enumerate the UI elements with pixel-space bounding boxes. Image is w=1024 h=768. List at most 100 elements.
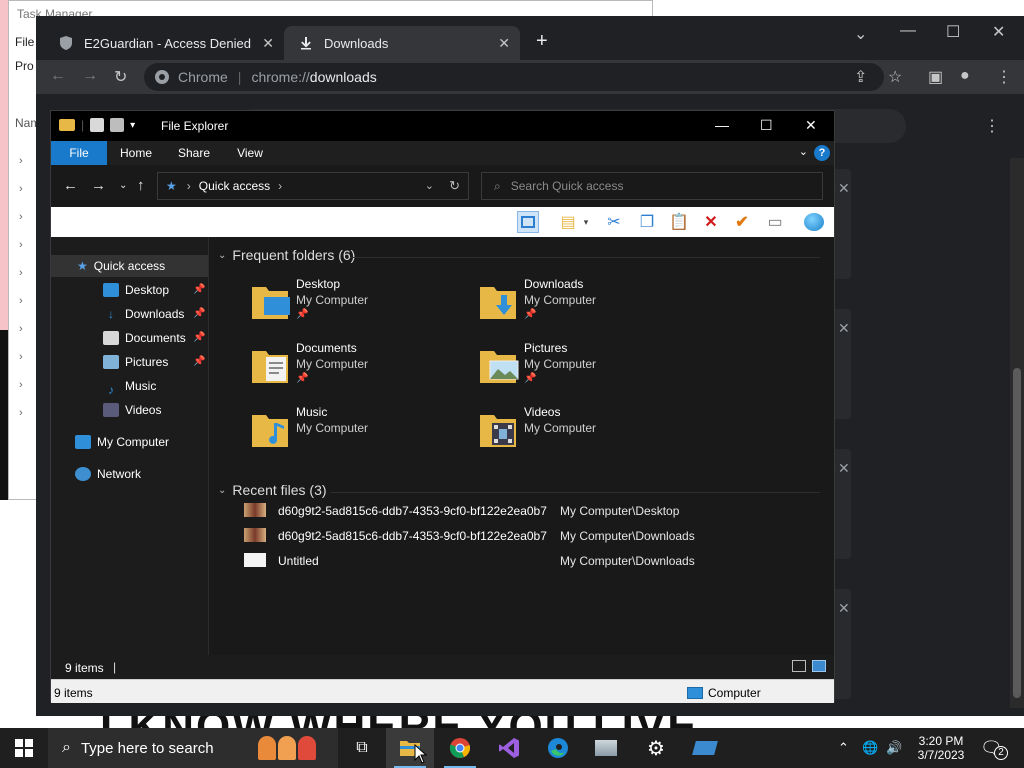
recent-locations-icon[interactable]: ⌄ [119, 180, 127, 191]
bookmark-star-icon[interactable]: ☆ [888, 67, 902, 87]
side-panel-icon[interactable]: ▣ [928, 67, 943, 87]
chevron-down-icon[interactable]: ⌄ [218, 250, 226, 261]
details-view-icon[interactable] [792, 660, 806, 672]
tab-file[interactable]: File [51, 141, 107, 165]
chevron-right-icon[interactable]: › [278, 179, 282, 193]
recent-file-row[interactable]: d60g9t2-5ad815c6-ddb7-4353-9cf0-bf122e2e… [244, 501, 804, 521]
minimize-button[interactable]: — [900, 22, 916, 40]
taskbar-chrome[interactable] [436, 728, 484, 768]
chevron-right-icon[interactable]: › [19, 351, 23, 363]
scrollbar-thumb[interactable] [1013, 368, 1021, 698]
large-icons-view-icon[interactable] [812, 660, 826, 672]
sidebar-item-network[interactable]: Network [75, 463, 141, 485]
profile-icon[interactable]: ● [960, 67, 970, 85]
sidebar-item-videos[interactable]: Videos [103, 399, 161, 421]
address-bar[interactable]: ★ › Quick access › ⌄ ↻ [157, 172, 469, 200]
copy-icon[interactable]: ❐ [636, 211, 658, 233]
share-icon[interactable]: ⇪ [854, 67, 867, 87]
remove-download-icon[interactable]: ✕ [838, 180, 850, 197]
downloads-menu-icon[interactable]: ⋮ [984, 116, 1000, 136]
back-icon[interactable]: ← [50, 67, 66, 85]
start-button[interactable] [0, 728, 48, 768]
explorer-title-bar[interactable]: | ▾ File Explorer — ☐ ✕ [51, 111, 834, 141]
folder-tile-downloads[interactable]: Downloads My Computer 📌 [478, 277, 698, 333]
task-view-button[interactable]: ⧉ [338, 728, 386, 768]
menu-icon[interactable]: ⋮ [996, 67, 1012, 87]
folder-tile-videos[interactable]: Videos My Computer [478, 405, 698, 461]
properties-icon[interactable] [90, 118, 105, 132]
taskbar-search-input[interactable]: ⌕ Type here to search [48, 728, 338, 768]
page-scrollbar[interactable] [1010, 158, 1024, 708]
taskbar-edge[interactable] [534, 728, 582, 768]
cut-icon[interactable]: ✂ [603, 211, 625, 233]
taskbar-app[interactable] [681, 728, 729, 768]
new-tab-button[interactable]: + [536, 30, 548, 53]
maximize-button[interactable]: ☐ [760, 117, 773, 134]
globe-icon[interactable] [803, 211, 825, 233]
sidebar-item-documents[interactable]: Documents [103, 327, 186, 349]
close-window-button[interactable]: ✕ [992, 22, 1005, 42]
new-folder-icon[interactable]: ▤ [557, 211, 579, 233]
new-folder-icon[interactable] [110, 118, 125, 132]
address-location[interactable]: Quick access [199, 179, 270, 193]
recent-file-row[interactable]: d60g9t2-5ad815c6-ddb7-4353-9cf0-bf122e2e… [244, 526, 804, 546]
search-input[interactable]: ⌕ Search Quick access [481, 172, 823, 200]
refresh-icon[interactable]: ↻ [449, 178, 460, 194]
sidebar-item-my-computer[interactable]: My Computer [75, 431, 169, 453]
close-tab-icon[interactable]: ✕ [262, 35, 274, 52]
show-hidden-icons-button[interactable]: ⌃ [838, 728, 849, 768]
check-icon[interactable]: ✔ [731, 211, 753, 233]
taskbar-visual-studio[interactable] [485, 728, 533, 768]
remove-download-icon[interactable]: ✕ [838, 460, 850, 477]
folder-tile-documents[interactable]: Documents My Computer 📌 [250, 341, 470, 397]
chevron-right-icon[interactable]: › [19, 267, 23, 279]
recent-files-header[interactable]: ⌄ Recent files (3) [218, 482, 327, 498]
expand-ribbon-icon[interactable]: ⌄ [799, 145, 808, 158]
network-tray-button[interactable]: 🌐 [862, 728, 878, 768]
tab-view[interactable]: View [225, 141, 275, 165]
folder-tile-pictures[interactable]: Pictures My Computer 📌 [478, 341, 698, 397]
chevron-right-icon[interactable]: › [19, 323, 23, 335]
close-tab-icon[interactable]: ✕ [498, 35, 510, 52]
rename-icon[interactable]: ▭ [764, 211, 786, 233]
tab-search-icon[interactable]: ⌄ [854, 24, 867, 44]
chevron-right-icon[interactable]: › [19, 407, 23, 419]
layout-pane-icon[interactable] [517, 211, 539, 233]
up-icon[interactable]: ↑ [137, 177, 145, 194]
forward-icon[interactable]: → [82, 67, 98, 85]
tab-home[interactable]: Home [111, 141, 161, 165]
sidebar-item-pictures[interactable]: Pictures [103, 351, 168, 373]
taskbar-settings[interactable]: ⚙ [632, 728, 680, 768]
address-dropdown-icon[interactable]: ⌄ [425, 179, 434, 192]
chevron-right-icon[interactable]: › [19, 295, 23, 307]
remove-download-icon[interactable]: ✕ [838, 600, 850, 617]
frequent-folders-header[interactable]: ⌄ Frequent folders (6) [218, 247, 355, 263]
chevron-right-icon[interactable]: › [19, 211, 23, 223]
back-icon[interactable]: ← [63, 177, 78, 194]
tab-share[interactable]: Share [169, 141, 219, 165]
sidebar-item-music[interactable]: ♪ Music [103, 375, 156, 397]
reload-icon[interactable]: ↻ [114, 67, 127, 87]
volume-tray-button[interactable]: 🔊 [886, 728, 902, 768]
minimize-button[interactable]: — [715, 117, 729, 133]
folder-tile-music[interactable]: Music My Computer [250, 405, 470, 461]
close-window-button[interactable]: ✕ [805, 117, 817, 134]
chevron-right-icon[interactable]: › [19, 379, 23, 391]
taskbar-image-app[interactable] [582, 728, 630, 768]
paste-icon[interactable]: 📋 [668, 211, 690, 233]
sidebar-item-quick-access[interactable]: ★ Quick access [51, 255, 208, 277]
remove-download-icon[interactable]: ✕ [838, 320, 850, 337]
chevron-right-icon[interactable]: › [19, 155, 23, 167]
chevron-right-icon[interactable]: › [19, 239, 23, 251]
tab-access-denied[interactable]: E2Guardian - Access Denied ✕ [44, 26, 284, 60]
sidebar-item-desktop[interactable]: Desktop [103, 279, 169, 301]
recent-file-row[interactable]: Untitled My Computer\Downloads [244, 551, 804, 571]
notification-center-button[interactable]: 🗨 2 [980, 728, 1008, 768]
address-bar[interactable]: Chrome | chrome:// downloads [144, 63, 884, 91]
dropdown-icon[interactable]: ▾ [581, 211, 591, 233]
delete-icon[interactable]: ✕ [700, 211, 722, 233]
clock[interactable]: 3:20 PM 3/7/2023 [910, 728, 972, 768]
forward-icon[interactable]: → [91, 177, 106, 194]
customize-toolbar-icon[interactable]: ▾ [130, 120, 135, 131]
sidebar-item-downloads[interactable]: ↓ Downloads [103, 303, 184, 325]
